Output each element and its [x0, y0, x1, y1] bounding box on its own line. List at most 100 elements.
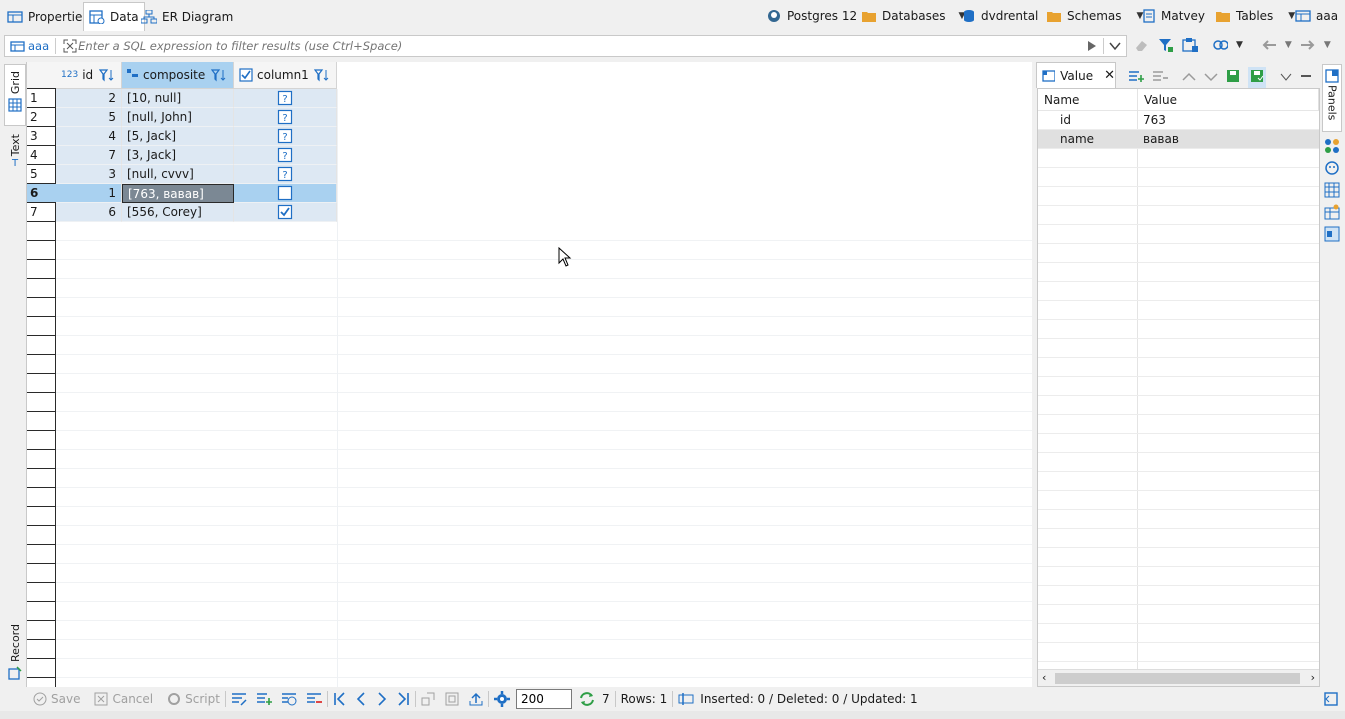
row-number[interactable]: 4: [27, 146, 56, 165]
grid-cell-column1[interactable]: ?: [234, 89, 337, 108]
next-page-icon[interactable]: [377, 692, 387, 706]
tab-properties[interactable]: Properties: [2, 2, 94, 31]
null-checkbox-icon[interactable]: ?: [277, 109, 293, 125]
tab-er-diagram[interactable]: ER Diagram: [136, 2, 238, 31]
grid-cell-composite[interactable]: [763, вавав]: [122, 184, 234, 203]
view-menu-icon[interactable]: [1280, 71, 1292, 85]
grid-cell-id[interactable]: 6: [56, 203, 122, 222]
metadata-icon[interactable]: [1324, 138, 1340, 154]
grid-cell-column1[interactable]: [234, 203, 337, 222]
detail-view-icon[interactable]: [421, 692, 435, 706]
add-attribute-icon[interactable]: [1128, 69, 1144, 86]
chevron-up-icon[interactable]: [1182, 71, 1196, 85]
forward-arrow-icon[interactable]: [1300, 37, 1316, 53]
back-arrow-icon[interactable]: [1261, 37, 1277, 53]
grid-cell-composite[interactable]: [10, null]: [122, 89, 234, 108]
breadcrumb-database[interactable]: dvdrental: [962, 6, 1038, 26]
grid-cell-id[interactable]: 3: [56, 165, 122, 184]
breadcrumb-databases[interactable]: Databases ▼: [861, 6, 965, 26]
link-icon[interactable]: [1212, 37, 1228, 53]
row-number[interactable]: 7: [27, 203, 56, 222]
breadcrumb-schemas[interactable]: Schemas ▼: [1046, 6, 1143, 26]
row-number[interactable]: 3: [27, 127, 56, 146]
value-column-header-name[interactable]: Name: [1038, 89, 1138, 111]
script-button[interactable]: Script: [167, 692, 220, 706]
value-attributes-table[interactable]: Name Value id 763 name вавав ‹ ›: [1037, 88, 1320, 687]
close-icon[interactable]: ✕: [1104, 68, 1115, 83]
chevron-down-icon[interactable]: ▼: [1324, 40, 1331, 50]
remove-attribute-icon[interactable]: [1152, 69, 1168, 86]
calculator-icon[interactable]: [1324, 160, 1340, 176]
export-icon[interactable]: [469, 692, 483, 706]
maximize-icon[interactable]: [62, 38, 78, 54]
first-page-icon[interactable]: [333, 692, 345, 706]
tab-panels[interactable]: Panels: [1322, 64, 1342, 132]
grid-cell-composite[interactable]: [556, Corey]: [122, 203, 234, 222]
save-icon[interactable]: [1226, 69, 1240, 86]
breadcrumb-schema[interactable]: Matvey: [1142, 6, 1205, 26]
delete-row-icon[interactable]: [306, 692, 322, 706]
cancel-button[interactable]: Cancel: [94, 692, 153, 706]
row-number[interactable]: 6: [27, 184, 56, 203]
fullscreen-icon[interactable]: [445, 692, 459, 706]
grid-cell-id[interactable]: 7: [56, 146, 122, 165]
value-column-header-value[interactable]: Value: [1138, 89, 1319, 111]
fetch-size-input[interactable]: [515, 689, 572, 709]
filter-expression-input[interactable]: [78, 37, 1079, 55]
tab-grid[interactable]: Grid: [4, 64, 26, 126]
eraser-icon[interactable]: [1134, 37, 1150, 53]
null-checkbox-icon[interactable]: ?: [277, 147, 293, 163]
grid-cell-id[interactable]: 5: [56, 108, 122, 127]
checked-checkbox-icon[interactable]: [277, 204, 293, 220]
grouping-icon[interactable]: [1324, 182, 1340, 198]
column-header-column1[interactable]: column1: [234, 62, 337, 89]
filter-sort-icon[interactable]: [99, 68, 117, 82]
auto-apply-icon[interactable]: [1248, 67, 1266, 88]
grid-cell-composite[interactable]: [5, Jack]: [122, 127, 234, 146]
tab-value[interactable]: Value ✕: [1036, 62, 1116, 88]
filter-entity-name[interactable]: aaa: [28, 39, 49, 53]
previous-page-icon[interactable]: [356, 692, 366, 706]
filter-sort-icon[interactable]: [211, 68, 229, 82]
grid-cell-composite[interactable]: [3, Jack]: [122, 146, 234, 165]
filter-history-dropdown[interactable]: [1107, 38, 1123, 54]
row-number[interactable]: 1: [27, 89, 56, 108]
grid-cell-composite[interactable]: [null, John]: [122, 108, 234, 127]
references-icon[interactable]: [1324, 204, 1340, 220]
horizontal-scrollbar[interactable]: ‹ ›: [1038, 669, 1319, 686]
pending-changes-icon[interactable]: [678, 692, 694, 706]
scroll-right-icon[interactable]: ›: [1311, 671, 1315, 684]
null-checkbox-icon[interactable]: ?: [277, 90, 293, 106]
copy-row-icon[interactable]: [281, 692, 297, 706]
column-header-composite[interactable]: composite: [122, 62, 234, 89]
breadcrumb-tables[interactable]: Tables ▼: [1215, 6, 1295, 26]
row-number[interactable]: 2: [27, 108, 56, 127]
save-button[interactable]: Save: [33, 692, 80, 706]
last-page-icon[interactable]: [398, 692, 410, 706]
grid-cell-column1[interactable]: ?: [234, 127, 337, 146]
chevron-down-icon[interactable]: [1204, 71, 1218, 85]
value-row[interactable]: id 763: [1038, 111, 1319, 130]
null-checkbox-icon[interactable]: ?: [277, 166, 293, 182]
chevron-down-icon[interactable]: ▼: [1236, 40, 1243, 50]
play-icon[interactable]: [1084, 38, 1100, 54]
row-number[interactable]: 5: [27, 165, 56, 184]
edit-row-icon[interactable]: [231, 692, 247, 706]
grid-cell-composite[interactable]: [null, cvvv]: [122, 165, 234, 184]
unchecked-checkbox-icon[interactable]: [277, 185, 293, 201]
grid-cell-column1[interactable]: ?: [234, 108, 337, 127]
null-checkbox-icon[interactable]: ?: [277, 128, 293, 144]
scroll-left-icon[interactable]: ‹: [1042, 671, 1046, 684]
attribute-value[interactable]: вавав: [1143, 130, 1179, 149]
breadcrumb-table[interactable]: aaa: [1295, 6, 1338, 26]
grid-cell-column1[interactable]: [234, 184, 337, 203]
filter-sort-icon[interactable]: [314, 68, 332, 82]
chevron-down-icon[interactable]: ▼: [1285, 40, 1292, 50]
refresh-icon[interactable]: [578, 691, 596, 707]
tab-text[interactable]: Text T: [4, 130, 26, 178]
filter-settings-icon[interactable]: [1158, 37, 1174, 53]
results-grid[interactable]: 123 id composite column1 1 2 [10, null]? 2 5…: [26, 62, 1032, 687]
grid-cell-column1[interactable]: ?: [234, 165, 337, 184]
add-row-icon[interactable]: [256, 692, 272, 706]
presentation-icon[interactable]: [1324, 226, 1340, 242]
